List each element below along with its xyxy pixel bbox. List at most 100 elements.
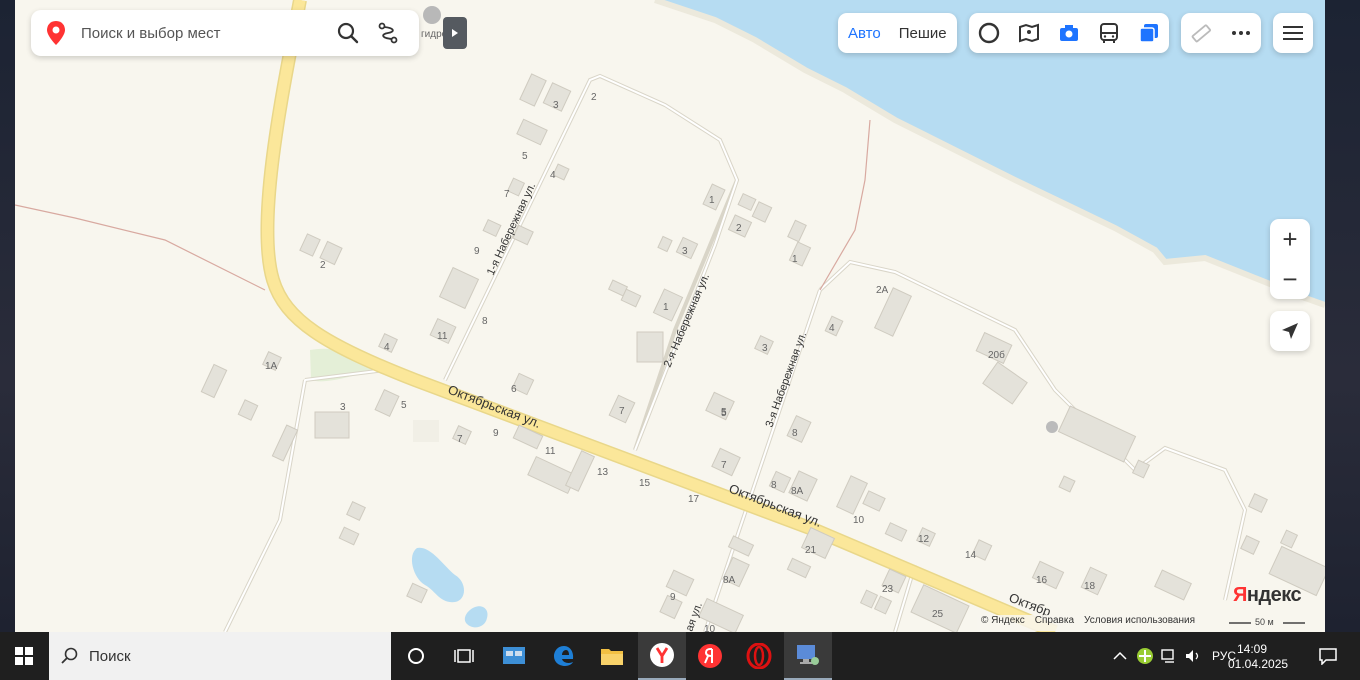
copyright-link[interactable]: © Яндекс (981, 615, 1025, 631)
search-icon[interactable] (337, 22, 359, 44)
yandex-browser-icon (650, 643, 674, 667)
clock-time: 14:09 (1236, 642, 1268, 656)
map-pin-icon (47, 21, 65, 45)
house-number: 3 (682, 246, 688, 257)
folder-icon (601, 649, 623, 665)
yandex-logo[interactable]: Яндекс (1233, 584, 1302, 607)
layers-icon[interactable] (1138, 22, 1160, 44)
house-number: 2 (320, 260, 326, 271)
clock-date: 01.04.2025 (1228, 657, 1289, 671)
navigator-icon[interactable] (978, 22, 1000, 44)
track-left (15, 204, 266, 291)
house-number: 8 (482, 316, 488, 327)
street-label-nab2: 2-я Набережная ул. (662, 272, 712, 369)
house-number: 2 (736, 223, 742, 234)
taskbar-app-control-panel[interactable] (490, 632, 538, 680)
cortana-icon (408, 648, 424, 664)
house-number: 14 (965, 550, 977, 561)
more-icon[interactable] (1230, 22, 1252, 44)
panorama-icon[interactable] (1018, 22, 1040, 44)
house-number: 25 (932, 609, 944, 620)
help-link[interactable]: Справка (1035, 615, 1074, 631)
layers-toolbar (969, 13, 1169, 53)
taskbar-search-label: Поиск (89, 647, 131, 665)
house-number: 9 (670, 592, 676, 603)
house-number: 21 (805, 545, 817, 556)
plus-icon: + (1282, 223, 1298, 254)
map-viewport[interactable]: гидро Октябрьская ул. Октябрьская ул. Ок… (15, 0, 1325, 632)
house-number: 7 (457, 434, 463, 445)
house-number: 5 (401, 400, 407, 411)
house-number: 5 (522, 151, 528, 162)
house-number: 10 (853, 515, 865, 526)
house-number: 20б (988, 349, 1005, 361)
security-icon[interactable] (1136, 647, 1154, 665)
network-icon[interactable] (1160, 647, 1178, 665)
house-number: 6 (511, 384, 517, 395)
zoom-in-button[interactable]: + (1270, 219, 1310, 259)
taskbar-app-opera[interactable] (735, 632, 783, 680)
house-number: 2 (591, 92, 597, 103)
house-number: 11 (437, 331, 448, 342)
volume-icon[interactable] (1184, 647, 1202, 665)
scale-bar: 50 м (1227, 615, 1307, 631)
photo-icon[interactable] (1058, 22, 1080, 44)
remote-desktop-icon (797, 645, 819, 665)
route-icon[interactable] (377, 22, 399, 44)
house-number: 5 (721, 408, 727, 419)
map-canvas[interactable]: гидро Октябрьская ул. Октябрьская ул. Ок… (15, 0, 1325, 632)
edge-icon (554, 646, 574, 666)
transport-modes: Авто Пешие (838, 13, 957, 53)
mode-auto-button[interactable]: Авто (848, 25, 881, 42)
scale-label: 50 м (1255, 617, 1274, 627)
taskbar-app-yandex[interactable] (686, 632, 734, 680)
search-input[interactable] (79, 23, 323, 43)
house-number: 8 (771, 480, 777, 491)
minus-icon: − (1282, 263, 1298, 294)
house-number: 1А (265, 361, 278, 372)
bus-icon[interactable] (1098, 22, 1120, 44)
menu-icon (1283, 26, 1303, 40)
clock[interactable]: 14:09 01.04.2025 (1228, 642, 1289, 672)
taskbar-search[interactable]: Поиск (49, 632, 391, 680)
house-number: 13 (597, 467, 609, 478)
house-number: 4 (829, 323, 835, 334)
collapse-panel-button[interactable] (443, 17, 467, 49)
chevron-up-icon[interactable] (1112, 648, 1128, 664)
poi-icon[interactable] (423, 6, 441, 24)
terms-link[interactable]: Условия использования (1084, 615, 1195, 631)
yandex-icon (698, 644, 722, 668)
house-number: 8А (791, 486, 804, 497)
taskbar-app-remote-desktop[interactable] (784, 632, 832, 680)
task-view-button[interactable] (440, 632, 488, 680)
taskbar-app-yandex-browser[interactable] (638, 632, 686, 680)
mode-walk-button[interactable]: Пешие (899, 25, 947, 42)
locate-button[interactable] (1270, 311, 1310, 351)
house-number: 7 (721, 460, 727, 471)
house-number: 23 (882, 584, 894, 595)
house-number: 11 (545, 446, 556, 457)
pond-small (464, 606, 488, 628)
house-number: 9 (493, 428, 499, 439)
taskbar-app-explorer[interactable] (588, 632, 636, 680)
road-left (223, 379, 307, 632)
cortana-button[interactable] (392, 632, 440, 680)
ruler-icon[interactable] (1190, 22, 1212, 44)
notification-icon (1319, 648, 1337, 665)
house-number: 12 (918, 534, 930, 545)
house-number: 15 (639, 478, 651, 489)
task-view-icon (454, 649, 474, 663)
house-number: 17 (688, 494, 700, 505)
house-number: 1 (792, 254, 798, 265)
menu-button[interactable] (1273, 13, 1313, 53)
house-number: 3 (553, 100, 559, 111)
start-button[interactable] (0, 632, 48, 680)
notifications-button[interactable] (1304, 632, 1352, 680)
taskbar-app-edge[interactable] (540, 632, 588, 680)
tools-toolbar (1181, 13, 1261, 53)
play-icon (452, 29, 458, 37)
trash-icon[interactable] (1046, 421, 1058, 433)
zoom-out-button[interactable]: − (1270, 259, 1310, 299)
house-number: 9 (474, 246, 480, 257)
windows-icon (15, 647, 33, 665)
